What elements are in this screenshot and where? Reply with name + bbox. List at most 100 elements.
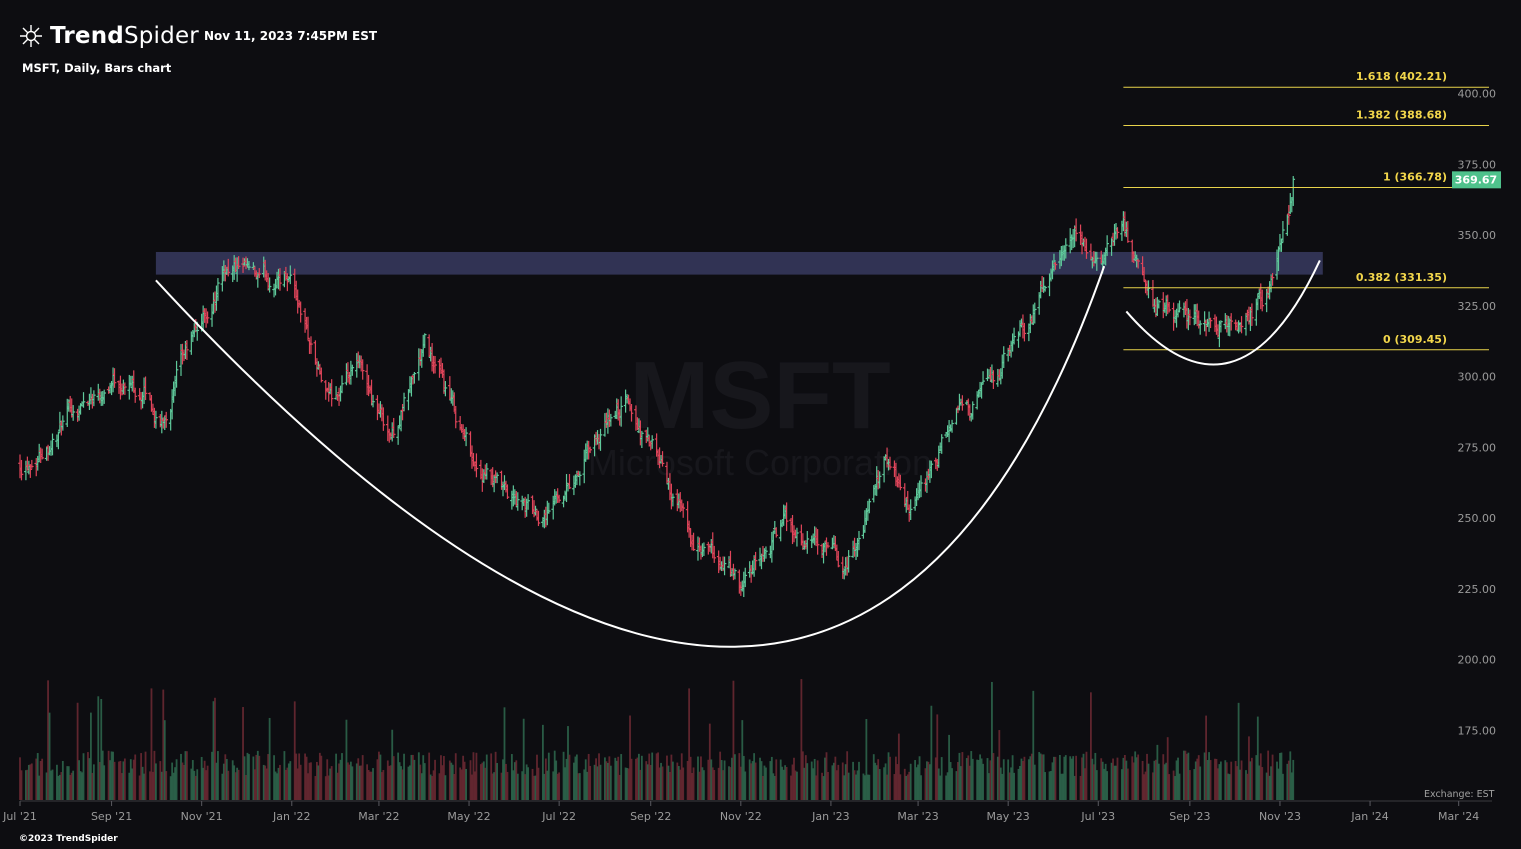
x-axis-tick-label: May '23 xyxy=(987,810,1030,823)
y-axis-tick-label: 250.00 xyxy=(1458,512,1497,525)
volume-bar xyxy=(868,774,871,800)
x-axis-tick-label: Nov '23 xyxy=(1259,810,1301,823)
volume-bar xyxy=(847,772,850,800)
volume-bar xyxy=(423,763,426,800)
volume-bar xyxy=(620,754,623,800)
volume-bar xyxy=(227,770,230,800)
volume-bar xyxy=(837,764,840,800)
chart-subtitle: MSFT, Daily, Bars chart xyxy=(22,61,172,75)
price-chart[interactable]: MSFT Microsoft Corporation 1.618 (402.21… xyxy=(0,0,1521,849)
volume-bar xyxy=(661,766,664,800)
volume-bar xyxy=(858,761,860,800)
fib-level-label: 1.382 (388.68) xyxy=(1356,109,1447,122)
volume-bar xyxy=(30,763,33,800)
x-axis-tick-label: Mar '23 xyxy=(897,810,938,823)
volume-bar xyxy=(827,771,829,800)
volume-bar xyxy=(341,753,343,800)
volume-bar xyxy=(1054,756,1057,800)
volume-bar xyxy=(496,763,499,800)
volume-bar xyxy=(465,768,467,800)
volume-bar xyxy=(1292,759,1295,800)
fib-level-label: 0 (309.45) xyxy=(1383,333,1447,346)
last-price-badge: 369.67 xyxy=(1452,171,1501,189)
y-axis-tick-label: 400.00 xyxy=(1458,88,1497,101)
volume-bar xyxy=(165,771,168,800)
volume-bar xyxy=(1095,770,1098,800)
volume-bar xyxy=(144,751,147,800)
watermark-ticker: MSFT xyxy=(629,342,890,449)
volume-bar xyxy=(310,762,312,800)
volume-bar xyxy=(1250,757,1253,800)
x-axis: Jul '21 Sep '21 Nov '21 Jan '22 Mar '22 May '… xyxy=(2,800,1492,823)
y-axis-tick-label: 225.00 xyxy=(1458,583,1497,596)
volume-bar xyxy=(1023,756,1026,800)
volume-bar xyxy=(41,758,44,800)
volume-bar xyxy=(485,754,488,800)
x-axis-tick-label: Jul '22 xyxy=(541,810,576,823)
resistance-zone-layer xyxy=(155,251,1323,275)
fib-level-label: 0.382 (331.35) xyxy=(1356,271,1447,284)
volume-bar xyxy=(1271,754,1274,800)
volume-bar xyxy=(982,763,984,800)
volume-bar xyxy=(1106,771,1109,800)
volume-bar xyxy=(506,771,509,800)
volume-bar xyxy=(909,763,912,800)
x-axis-tick-label: Sep '22 xyxy=(630,810,671,823)
y-axis-tick-label: 350.00 xyxy=(1458,229,1497,242)
volume-bar xyxy=(713,770,716,800)
volume-bar xyxy=(765,767,767,800)
volume-bar xyxy=(785,766,788,800)
volume-bar xyxy=(878,769,881,800)
volume-bar xyxy=(609,765,612,800)
volume-bar xyxy=(175,759,178,800)
volume-bar xyxy=(640,755,643,800)
volume-bar xyxy=(392,756,395,800)
volume-bar xyxy=(444,775,447,800)
last-price-badge-text: 369.67 xyxy=(1455,173,1497,186)
x-axis-tick-label: Jan '23 xyxy=(811,810,849,823)
volume-bar xyxy=(1033,764,1036,800)
ohlc-bar xyxy=(981,371,985,385)
volume-bar xyxy=(816,760,819,800)
volume-bar xyxy=(372,768,374,800)
volume-bar xyxy=(186,751,188,800)
volume-bar xyxy=(320,755,323,800)
volume-bar xyxy=(475,752,478,800)
volume-bar xyxy=(92,764,95,800)
volume-bar xyxy=(123,758,126,800)
volume-bar xyxy=(1044,772,1047,800)
volume-bar xyxy=(671,761,674,800)
brand-name: TrendSpider xyxy=(50,23,199,49)
volume-bar xyxy=(51,769,54,800)
fib-level-label: 1.618 (402.21) xyxy=(1356,70,1447,83)
brand-name-regular: Spider xyxy=(123,23,199,49)
volume-bar xyxy=(692,767,695,800)
x-axis-tick-label: Mar '24 xyxy=(1438,810,1479,823)
volume-bar xyxy=(961,752,964,800)
volume-bar xyxy=(403,753,405,800)
x-axis-tick-label: Sep '23 xyxy=(1169,810,1210,823)
volume-bar xyxy=(1188,770,1191,800)
volume-bar xyxy=(1209,760,1212,800)
resistance-zone xyxy=(155,251,1323,275)
volume-bar xyxy=(268,717,271,800)
volume-bar xyxy=(734,754,736,800)
volume-bar xyxy=(930,705,933,800)
volume-bar xyxy=(1013,772,1015,800)
volume-bar xyxy=(258,755,261,800)
y-axis-tick-label: 200.00 xyxy=(1458,654,1497,667)
volume-bar xyxy=(1116,757,1119,800)
x-axis-tick-label: Jan '22 xyxy=(272,810,310,823)
volume-bar xyxy=(1085,751,1088,800)
brand-header: TrendSpider xyxy=(18,22,199,50)
volume-bar xyxy=(1126,768,1129,800)
fib-level-label: 1 (366.78) xyxy=(1383,171,1447,184)
volume-bar xyxy=(920,775,922,800)
x-axis-tick-label: Nov '21 xyxy=(181,810,223,823)
volume-bar xyxy=(682,767,685,800)
volume-bar xyxy=(1137,754,1140,800)
x-axis-tick-label: May '22 xyxy=(447,810,490,823)
volume-bar xyxy=(599,764,602,800)
y-axis-tick-label: 375.00 xyxy=(1458,158,1497,171)
volume-bar xyxy=(413,759,416,800)
